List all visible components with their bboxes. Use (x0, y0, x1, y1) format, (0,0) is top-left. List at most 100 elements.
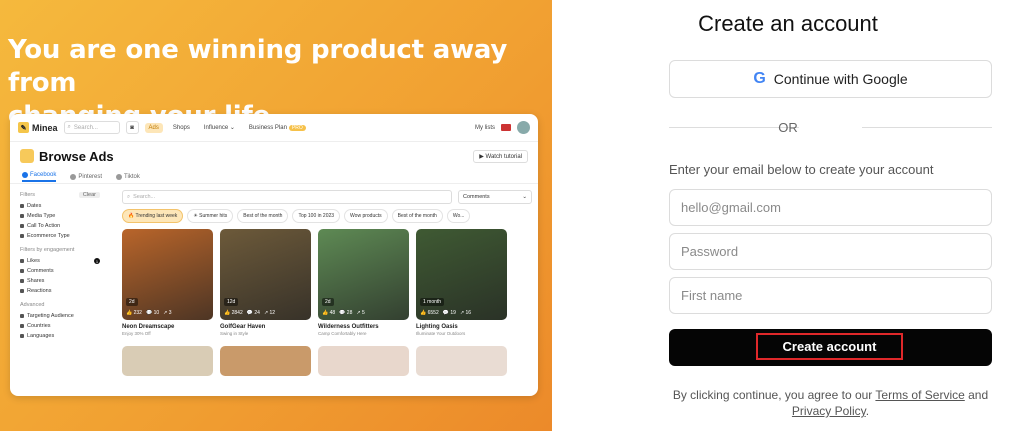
preview-cards: 2d 👍 232 💬 10 ↗ 3 Neon Dreamscape Enjoy 30… (122, 229, 532, 336)
ad-card-stats: 👍 6552 💬 19 ↗ 16 (420, 310, 471, 316)
preview-topbar: ✎ Minea ⌕ Search... ◙ Ads Shops Influenc… (10, 114, 538, 142)
email-field[interactable] (669, 189, 992, 226)
ad-card-stats: 👍 232 💬 10 ↗ 3 (126, 310, 172, 316)
filter-item: Shares (20, 276, 100, 286)
search-icon: ⌕ (67, 124, 71, 130)
google-button-label: Continue with Google (773, 71, 908, 87)
ad-stat: 👍 6552 (420, 310, 439, 316)
ad-card-image: 1 month 👍 6552 💬 19 ↗ 16 (416, 229, 507, 320)
filters-header: Filters Clear (20, 192, 100, 198)
flag-icon (501, 124, 511, 131)
preview-page-title: Browse Ads (39, 148, 114, 164)
google-icon: G (753, 70, 766, 87)
ad-card-image (318, 346, 409, 376)
preview-titlebar: Browse Ads ▶ Watch tutorial (10, 142, 538, 170)
ad-stat: 💬 19 (442, 310, 456, 316)
ad-card-image (122, 346, 213, 376)
chevron-down-icon: ⌄ (522, 194, 527, 200)
ad-card-image: 2d 👍 232 💬 10 ↗ 3 (122, 229, 213, 320)
filter-item-likes: Likes 1 (20, 256, 100, 266)
filter-likes-label: Likes (27, 258, 40, 264)
ad-card: 2d 👍 48 💬 28 ↗ 5 Wilderness Outfitters Cam… (318, 229, 409, 336)
browse-ads-icon (20, 149, 34, 163)
ad-card-date: 2d (322, 298, 334, 306)
filter-item: Targeting Audience (20, 311, 100, 321)
ad-card-subtitle: Illuminate Your Outdoors (416, 331, 466, 336)
hero-line-1: You are one winning product away from (8, 35, 508, 98)
page-title: Create an account (698, 11, 878, 36)
password-field[interactable] (669, 233, 992, 270)
ad-stat: 💬 28 (339, 310, 353, 316)
ad-card-subtitle: Swing in Style (220, 331, 249, 336)
ad-card-title: GolfGear Haven (220, 324, 266, 330)
pro-badge: PRO (288, 124, 306, 131)
pinterest-icon (70, 173, 77, 180)
tab-tiktok-label: Tiktok (124, 173, 140, 180)
tab-tiktok: Tiktok (116, 173, 140, 180)
ad-card-date: 2d (126, 298, 138, 306)
filter-item: Reactions (20, 286, 100, 296)
app-preview: ✎ Minea ⌕ Search... ◙ Ads Shops Influenc… (10, 114, 538, 396)
filter-item: Comments (20, 266, 100, 276)
engagement-header: Filters by engagement (20, 247, 100, 253)
ad-card-image: 2d 👍 48 💬 28 ↗ 5 (318, 229, 409, 320)
clear-filters: Clear (78, 192, 100, 198)
ad-card: 1 month 👍 6552 💬 19 ↗ 16 Lighting Oasis Il… (416, 229, 507, 336)
first-name-field[interactable] (669, 277, 992, 314)
filter-item: Countries (20, 321, 100, 331)
terms-and: and (964, 388, 989, 402)
ad-card-image (416, 346, 507, 376)
ad-card-date: 12d (224, 298, 239, 306)
chip: 🔥 Trending last week (122, 209, 184, 223)
continue-with-google-button[interactable]: G Continue with Google (669, 60, 992, 98)
email-instructions: Enter your email below to create your ac… (669, 162, 934, 177)
ad-card: 12d 👍 2842 💬 24 ↗ 12 GolfGear Haven Swing … (220, 229, 311, 336)
preview-search-row: ⌕ Search... Comments ⌄ (122, 190, 532, 204)
preview-main-search-placeholder: Search... (133, 194, 156, 200)
preview-search: ⌕ Search... (63, 121, 120, 134)
advanced-label: Advanced (20, 302, 45, 308)
ad-stat: 👍 2842 (224, 310, 243, 316)
preview-chips: 🔥 Trending last week ☀ Summer hits Best … (122, 209, 532, 223)
privacy-policy-link[interactable]: Privacy Policy (792, 404, 866, 418)
terms-of-service-link[interactable]: Terms of Service (875, 388, 964, 402)
chip: Wow products (344, 209, 388, 223)
preview-nav-business-label: Business Plan (248, 124, 287, 131)
preview-cards-row-2 (122, 346, 532, 376)
ad-card-image (220, 346, 311, 376)
tab-pinterest-label: Pinterest (78, 173, 103, 180)
create-account-button[interactable]: Create account (669, 329, 992, 366)
ad-stat: 👍 48 (322, 310, 336, 316)
minea-logo-icon: ✎ (18, 122, 29, 133)
ad-card-title: Wilderness Outfitters (318, 324, 379, 330)
signup-panel: Create an account G Continue with Google… (552, 0, 1024, 431)
engagement-label: Filters by engagement (20, 247, 75, 253)
filter-item: Ecommerce Type (20, 231, 100, 241)
tab-facebook: Facebook (22, 171, 57, 182)
ad-stat: 💬 10 (145, 310, 160, 316)
ad-card: 2d 👍 232 💬 10 ↗ 3 Neon Dreamscape Enjoy 30… (122, 229, 213, 336)
chip: Top 100 in 2023 (292, 209, 341, 223)
preview-body: Filters Clear Dates Media Type Call To Ac… (10, 184, 538, 376)
chip: Best of the month (237, 209, 289, 223)
tab-facebook-label: Facebook (30, 171, 57, 178)
ad-card-image: 12d 👍 2842 💬 24 ↗ 12 (220, 229, 311, 320)
preview-nav-shops: Shops (172, 124, 190, 131)
preview-my-lists: My lists (475, 124, 495, 131)
search-icon: ⌕ (127, 193, 131, 200)
preview-nav-ads: Ads (144, 122, 163, 133)
likes-count-badge: 1 (94, 258, 100, 264)
ad-card-subtitle: Enjoy 30% Off (122, 331, 151, 336)
chip: ☀ Summer hits (187, 209, 234, 223)
ad-stat: 💬 24 (246, 310, 260, 316)
preview-logo: ✎ Minea (18, 122, 58, 133)
preview-sort-label: Comments (463, 194, 490, 200)
tiktok-icon (116, 173, 123, 180)
ad-stat: 👍 232 (126, 310, 142, 316)
preview-sort-select: Comments ⌄ (458, 190, 532, 204)
filter-item: Languages (20, 331, 100, 341)
facebook-icon (22, 171, 28, 178)
chip: Wo... (446, 209, 471, 223)
ad-stat: ↗ 16 (459, 310, 472, 316)
preview-logo-text: Minea (32, 122, 58, 133)
